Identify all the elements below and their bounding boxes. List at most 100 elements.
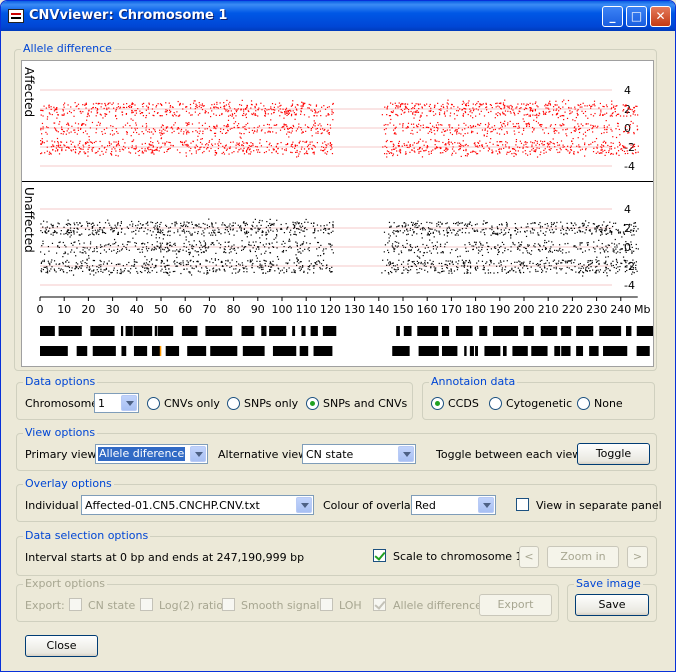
data-point (301, 146, 303, 148)
data-point (245, 124, 247, 126)
data-point (398, 140, 400, 143)
close-button[interactable]: Close (25, 635, 98, 657)
title-bar[interactable]: CNVviewer: Chromosome 1 _ □ ✕ (1, 1, 675, 31)
minimize-button[interactable]: _ (602, 6, 623, 27)
chevron-down-icon[interactable] (121, 395, 137, 411)
radio-snps-and-cnvs-label[interactable]: SNPs and CNVs (323, 397, 407, 410)
radio-snps-and-cnvs[interactable] (306, 397, 319, 410)
radio-cytogenetic-label[interactable]: Cytogenetic (506, 397, 572, 410)
separate-panel-label[interactable]: View in separate panel (536, 499, 662, 512)
data-point (392, 231, 394, 233)
data-point (46, 266, 48, 268)
export-smooth-label[interactable]: Smooth signal (241, 599, 319, 612)
chevron-down-icon[interactable] (296, 497, 312, 513)
data-point (203, 245, 205, 248)
data-point (145, 114, 148, 117)
chromosome-select[interactable]: 1 (94, 393, 139, 413)
data-point (456, 130, 458, 133)
radio-snps-only-label[interactable]: SNPs only (244, 397, 298, 410)
data-point (311, 126, 314, 128)
colour-select[interactable]: Red (411, 495, 496, 515)
export-log2-checkbox[interactable] (140, 598, 153, 611)
data-point (53, 260, 56, 262)
export-log2-label[interactable]: Log(2) ratio (159, 599, 223, 612)
data-point (539, 222, 541, 224)
data-point (185, 236, 187, 238)
data-point (134, 127, 136, 129)
data-point (317, 111, 320, 113)
data-point (475, 115, 477, 117)
scale-label[interactable]: Scale to chromosome 1 (393, 550, 523, 563)
individual-select[interactable]: Affected-01.CN5.CNCHP.CNV.txt (81, 495, 314, 515)
data-point (123, 103, 125, 105)
data-point (226, 126, 228, 128)
radio-none-label[interactable]: None (594, 397, 623, 410)
data-point (111, 103, 113, 106)
data-point (159, 132, 161, 134)
data-point (46, 226, 48, 228)
data-point (259, 237, 261, 239)
maximize-button[interactable]: □ (626, 6, 647, 27)
next-button[interactable]: > (627, 546, 648, 568)
data-point (116, 107, 118, 109)
radio-snps-only[interactable] (227, 397, 240, 410)
data-point (103, 245, 106, 247)
data-point (156, 259, 158, 261)
data-point (223, 102, 225, 104)
window-title: CNVviewer: Chromosome 1 (29, 8, 228, 23)
data-point (246, 236, 248, 238)
data-point (88, 268, 90, 271)
data-point (574, 222, 576, 224)
data-point (81, 252, 83, 254)
data-point (211, 104, 213, 106)
radio-cnvs-only[interactable] (147, 397, 160, 410)
radio-ccds-label[interactable]: CCDS (448, 397, 479, 410)
radio-cnvs-only-label[interactable]: CNVs only (164, 397, 220, 410)
data-point (111, 148, 113, 150)
data-point (84, 247, 86, 249)
scale-checkbox[interactable] (373, 549, 386, 562)
radio-none[interactable] (577, 397, 590, 410)
export-loh-checkbox[interactable] (320, 598, 333, 611)
zoom-in-button[interactable]: Zoom in (547, 546, 619, 568)
data-point (439, 113, 441, 116)
data-point (123, 145, 125, 148)
data-point (204, 128, 206, 130)
radio-ccds[interactable] (431, 397, 444, 410)
data-point (51, 140, 53, 142)
save-button[interactable]: Save (575, 594, 649, 616)
data-point (302, 241, 305, 243)
export-allele-label[interactable]: Allele difference (393, 599, 482, 612)
export-allele-checkbox[interactable] (373, 598, 386, 611)
data-point (96, 112, 98, 114)
radio-cytogenetic[interactable] (489, 397, 502, 410)
data-point (403, 230, 406, 232)
data-point (551, 229, 553, 231)
export-cn-state-checkbox[interactable] (69, 598, 82, 611)
chevron-down-icon[interactable] (190, 446, 206, 462)
toggle-button[interactable]: Toggle (577, 443, 650, 465)
primary-view-select[interactable]: Allele diference (95, 444, 208, 464)
data-point (293, 271, 295, 273)
data-point (200, 226, 202, 229)
export-smooth-checkbox[interactable] (222, 598, 235, 611)
chevron-down-icon[interactable] (478, 497, 494, 513)
data-point (529, 262, 531, 264)
data-point (581, 148, 583, 150)
data-point (418, 140, 420, 143)
close-window-button[interactable]: ✕ (650, 6, 671, 27)
separate-panel-checkbox[interactable] (516, 498, 529, 511)
export-cn-state-label[interactable]: CN state (88, 599, 135, 612)
data-point (635, 243, 637, 246)
chevron-down-icon[interactable] (398, 446, 414, 462)
prev-button[interactable]: < (519, 546, 539, 568)
data-point (332, 221, 334, 223)
data-point (554, 104, 557, 106)
export-loh-label[interactable]: LOH (339, 599, 362, 612)
data-point (592, 141, 594, 143)
data-point (147, 221, 149, 223)
alternative-view-select[interactable]: CN state (302, 444, 416, 464)
data-point (244, 267, 246, 269)
export-button[interactable]: Export (479, 594, 552, 616)
data-point (220, 128, 222, 130)
